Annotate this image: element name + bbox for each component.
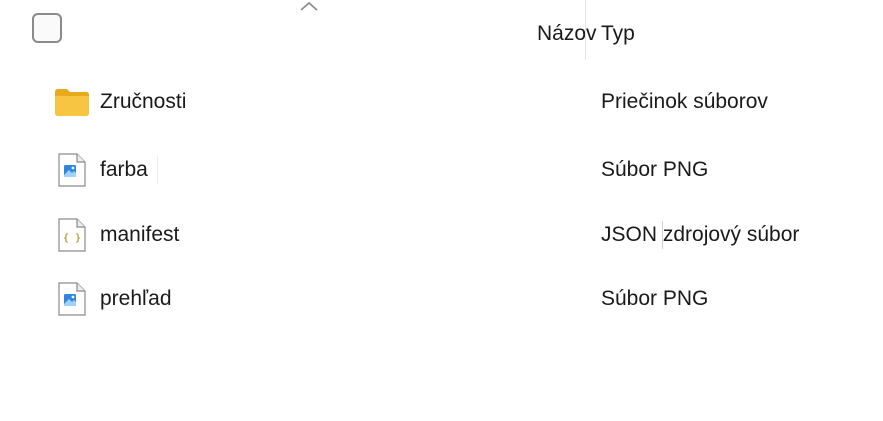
image-file-icon: [58, 282, 86, 316]
file-type: Súbor PNG: [601, 287, 709, 310]
file-type: Priečinok súborov: [601, 90, 768, 113]
file-name: manifest: [100, 223, 180, 246]
column-header-name[interactable]: Názov: [537, 22, 597, 46]
list-item[interactable]: farba Súbor PNG: [0, 142, 883, 198]
list-item[interactable]: Zručnosti Priečinok súborov: [0, 74, 883, 130]
file-name: prehľad: [100, 287, 172, 310]
svg-text:{ }: { }: [63, 233, 81, 244]
column-divider[interactable]: [585, 0, 586, 60]
file-explorer-list: Názov Typ Zručnosti Priečinok súborov fa…: [0, 0, 883, 421]
file-type: JSON zdrojový súbor: [601, 223, 800, 246]
list-header: Názov Typ: [0, 0, 883, 62]
json-file-icon: { }: [58, 218, 86, 252]
column-header-type[interactable]: Typ: [601, 22, 635, 46]
select-all-checkbox[interactable]: [32, 13, 62, 43]
column-separator: [662, 221, 663, 249]
folder-icon: [55, 89, 89, 116]
column-separator: [157, 156, 158, 184]
chevron-up-icon[interactable]: [298, 0, 320, 12]
list-item[interactable]: prehľad Súbor PNG: [0, 271, 883, 327]
file-type: Súbor PNG: [601, 158, 709, 181]
image-file-icon: [58, 153, 86, 187]
file-name: farba: [100, 158, 148, 181]
list-item[interactable]: { } manifest JSON zdrojový súbor: [0, 207, 883, 263]
file-name: Zručnosti: [100, 90, 187, 113]
